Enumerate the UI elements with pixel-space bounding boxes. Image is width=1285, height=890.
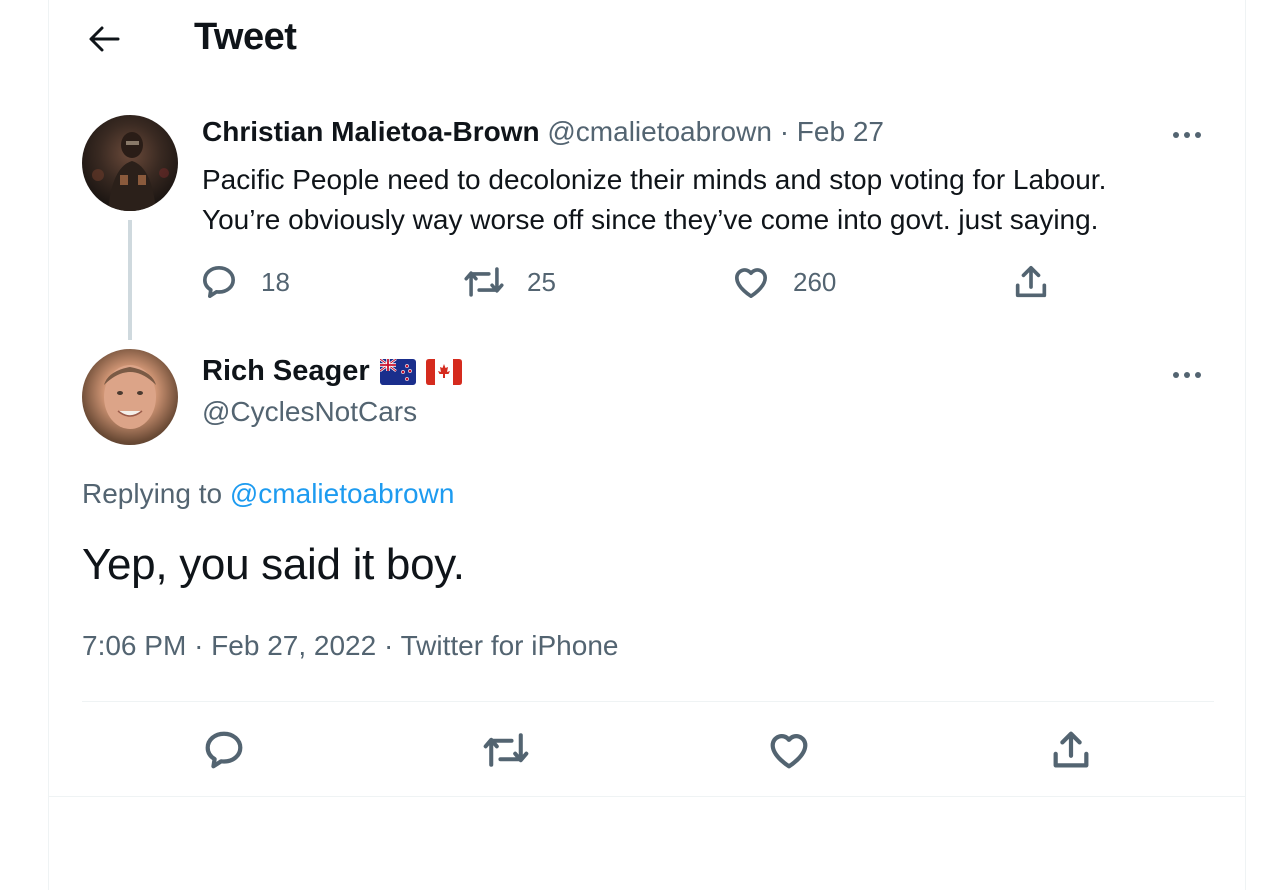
header: Tweet bbox=[49, 0, 1245, 78]
like-count: 260 bbox=[793, 266, 837, 297]
replying-to-label: Replying to bbox=[82, 478, 223, 509]
tweet-meta: 7:06 PM · Feb 27, 2022 · Twitter for iPh… bbox=[82, 630, 618, 662]
reply-count: 18 bbox=[261, 266, 290, 297]
more-icon bbox=[1173, 132, 1201, 138]
share-icon bbox=[1015, 266, 1047, 298]
author-handle[interactable]: @cmalietoabrown bbox=[547, 116, 772, 147]
tweet-actions bbox=[82, 725, 1214, 775]
tweet-time[interactable]: 7:06 PM bbox=[82, 630, 186, 661]
tweet-date[interactable]: Feb 27, 2022 bbox=[211, 630, 376, 661]
reply-button[interactable] bbox=[199, 725, 249, 775]
heart-icon bbox=[770, 734, 808, 769]
arrow-left-icon bbox=[89, 26, 120, 52]
more-options-button[interactable] bbox=[1167, 355, 1207, 395]
tweet-text-line: Pacific People need to decolonize their … bbox=[202, 164, 1107, 195]
back-button[interactable] bbox=[85, 20, 123, 58]
retweet-button[interactable] bbox=[481, 725, 531, 775]
tweet-source[interactable]: Twitter for iPhone bbox=[401, 630, 619, 661]
retweet-icon bbox=[464, 267, 504, 297]
thread-line bbox=[128, 220, 132, 340]
avatar-image bbox=[104, 365, 156, 429]
like-button[interactable] bbox=[764, 725, 814, 775]
retweet-count: 25 bbox=[527, 266, 556, 297]
like-button[interactable]: 260 bbox=[731, 262, 836, 302]
retweet-button[interactable]: 25 bbox=[463, 262, 556, 302]
author-name[interactable]: Christian Malietoa-Brown bbox=[202, 116, 540, 147]
replying-to: Replying to @cmalietoabrown bbox=[82, 478, 454, 510]
new-zealand-flag-icon bbox=[379, 358, 416, 385]
share-icon bbox=[1053, 731, 1089, 768]
tweet-text-line: You’re obviously way worse off since the… bbox=[202, 204, 1099, 235]
avatar[interactable] bbox=[82, 115, 178, 211]
share-button[interactable] bbox=[1011, 262, 1051, 302]
reply-icon bbox=[203, 266, 236, 298]
divider bbox=[49, 796, 1245, 797]
author-handle[interactable]: @CyclesNotCars bbox=[202, 396, 417, 428]
share-button[interactable] bbox=[1046, 725, 1096, 775]
page-title: Tweet bbox=[194, 16, 297, 58]
separator: · bbox=[779, 116, 790, 147]
quoted-tweet-text: Pacific People need to decolonize their … bbox=[202, 160, 1202, 240]
more-icon bbox=[1173, 372, 1201, 378]
separator: · bbox=[194, 630, 204, 661]
avatar-image bbox=[92, 132, 169, 211]
quoted-tweet-header: Christian Malietoa-Brown @cmalietoabrown… bbox=[202, 116, 884, 148]
canada-flag-icon bbox=[425, 358, 462, 385]
tweet-page: Tweet Christian Malietoa-Brown @cmalieto… bbox=[48, 0, 1246, 890]
more-options-button[interactable] bbox=[1167, 115, 1207, 155]
separator: · bbox=[383, 630, 394, 661]
reply-icon bbox=[205, 731, 243, 769]
quoted-tweet-actions: 18 25 260 bbox=[199, 262, 1099, 308]
author-name-row: Rich Seager bbox=[202, 355, 462, 388]
author-name[interactable]: Rich Seager bbox=[202, 355, 370, 388]
replying-to-handle-link[interactable]: @cmalietoabrown bbox=[230, 478, 455, 509]
retweet-icon bbox=[483, 733, 529, 767]
tweet-date[interactable]: Feb 27 bbox=[797, 116, 884, 147]
avatar[interactable] bbox=[82, 349, 178, 445]
tweet-text: Yep, you said it boy. bbox=[82, 540, 465, 589]
divider bbox=[82, 701, 1214, 702]
reply-button[interactable]: 18 bbox=[199, 262, 290, 302]
heart-icon bbox=[734, 268, 768, 298]
